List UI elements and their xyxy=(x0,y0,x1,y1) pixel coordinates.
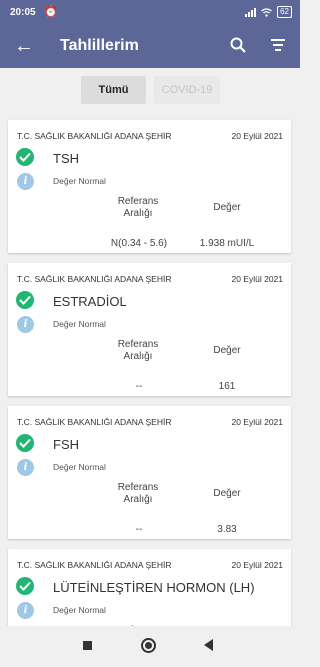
recents-icon[interactable] xyxy=(83,641,92,650)
tab-covid19[interactable]: COVID-19 xyxy=(154,76,220,104)
result-card[interactable]: T.C. SAĞLIK BAKANLIĞI ADANA ŞEHİR 20 Eyl… xyxy=(8,406,291,539)
test-name: TSH xyxy=(53,151,79,166)
institution-name: T.C. SAĞLIK BAKANLIĞI ADANA ŞEHİR xyxy=(17,131,172,141)
check-circle-icon xyxy=(16,577,34,595)
app-bar: ← Tahlillerim xyxy=(0,26,300,68)
result-card[interactable]: T.C. SAĞLIK BAKANLIĞI ADANA ŞEHİR 20 Eyl… xyxy=(8,263,291,396)
reference-header: Referans Aralığı xyxy=(117,196,159,219)
status-time: 20:05 xyxy=(10,7,36,18)
result-status: Değer Normal xyxy=(53,319,106,329)
institution-name: T.C. SAĞLIK BAKANLIĞI ADANA ŞEHİR xyxy=(17,417,172,427)
check-circle-icon xyxy=(16,434,34,452)
back-arrow-icon[interactable]: ← xyxy=(14,35,34,58)
back-triangle-icon[interactable] xyxy=(204,639,213,651)
result-value: 3.83 xyxy=(217,524,237,535)
reference-value: -- xyxy=(135,381,143,392)
alarm-icon: ⏰ xyxy=(44,6,58,18)
info-icon[interactable]: i xyxy=(17,173,34,190)
status-bar: 20:05 ⏰ 62 xyxy=(0,0,300,26)
reference-header: Referans Aralığı xyxy=(117,339,159,362)
test-name: FSH xyxy=(53,437,79,452)
page-title: Tahlillerim xyxy=(60,37,139,54)
value-header: Değer xyxy=(213,202,241,213)
wifi-icon xyxy=(261,7,272,17)
check-circle-icon xyxy=(16,148,34,166)
test-name: LÜTEİNLEŞTİREN HORMON (LH) xyxy=(53,580,255,595)
reference-header: Referans Aralığı xyxy=(117,482,159,505)
result-date: 20 Eylül 2021 xyxy=(231,274,283,284)
value-header: Değer xyxy=(213,488,241,499)
filter-icon[interactable] xyxy=(271,39,285,54)
result-status: Değer Normal xyxy=(53,462,106,472)
tab-bar: Tümü COVID-19 xyxy=(0,76,300,106)
value-header: Değer xyxy=(213,345,241,356)
result-card[interactable]: T.C. SAĞLIK BAKANLIĞI ADANA ŞEHİR 20 Eyl… xyxy=(8,549,291,626)
test-name: ESTRADİOL xyxy=(53,294,127,309)
battery-indicator: 62 xyxy=(277,6,292,18)
institution-name: T.C. SAĞLIK BAKANLIĞI ADANA ŞEHİR xyxy=(17,560,172,570)
reference-value: N(0.34 - 5.6) xyxy=(110,238,168,249)
institution-name: T.C. SAĞLIK BAKANLIĞI ADANA ŞEHİR xyxy=(17,274,172,284)
info-icon[interactable]: i xyxy=(17,602,34,619)
status-icons: 62 xyxy=(245,6,292,18)
result-value: 161 xyxy=(218,381,236,392)
info-icon[interactable]: i xyxy=(17,316,34,333)
result-date: 20 Eylül 2021 xyxy=(231,560,283,570)
result-date: 20 Eylül 2021 xyxy=(231,131,283,141)
signal-icon xyxy=(245,7,257,17)
tab-all[interactable]: Tümü xyxy=(81,76,146,104)
home-icon[interactable] xyxy=(141,638,156,653)
result-date: 20 Eylül 2021 xyxy=(231,417,283,427)
result-value: 1.938 mUI/L xyxy=(199,238,255,249)
result-card[interactable]: T.C. SAĞLIK BAKANLIĞI ADANA ŞEHİR 20 Eyl… xyxy=(8,120,291,253)
result-status: Değer Normal xyxy=(53,605,106,615)
results-list: T.C. SAĞLIK BAKANLIĞI ADANA ŞEHİR 20 Eyl… xyxy=(0,114,300,626)
android-nav-bar xyxy=(0,626,300,667)
info-icon[interactable]: i xyxy=(17,459,34,476)
result-status: Değer Normal xyxy=(53,176,106,186)
search-icon[interactable] xyxy=(230,37,246,53)
reference-value: -- xyxy=(135,524,143,535)
check-circle-icon xyxy=(16,291,34,309)
